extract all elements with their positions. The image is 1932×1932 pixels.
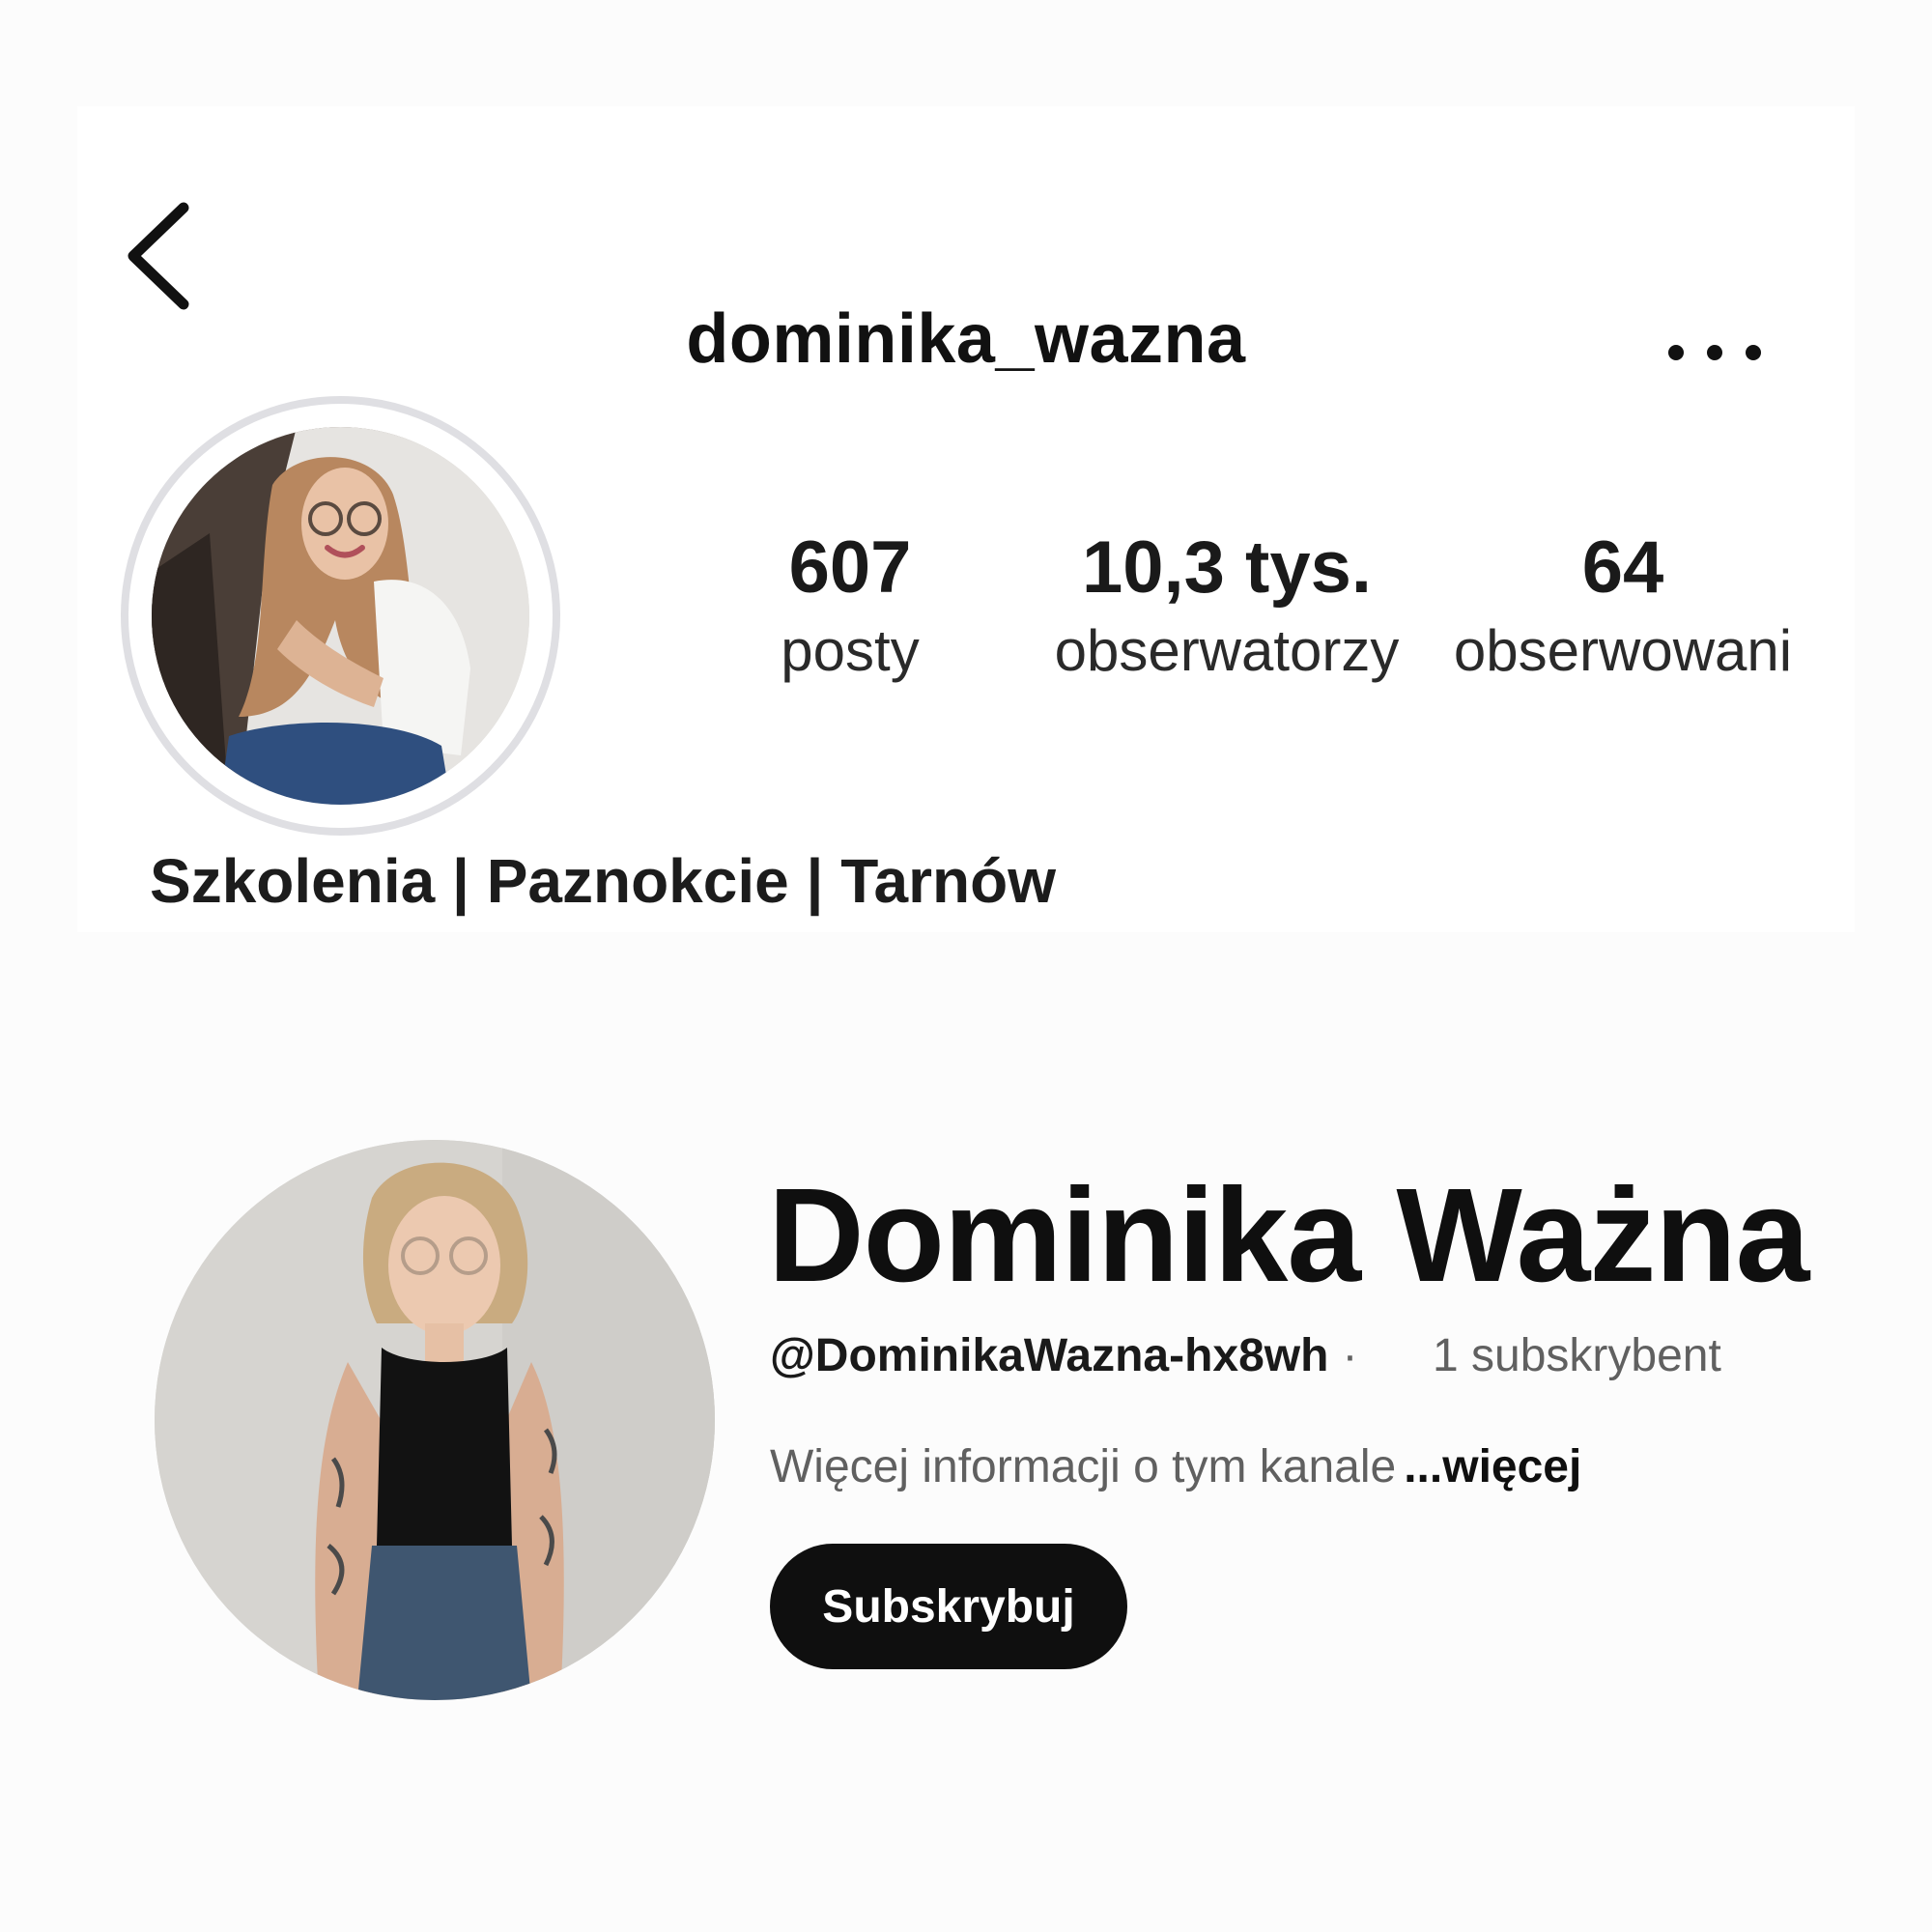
- instagram-profile-card: dominika_wazna 607 posty 10,3 tys. obser…: [77, 106, 1855, 932]
- channel-name: Dominika Ważna: [768, 1161, 1809, 1310]
- profile-stats: 607 posty 10,3 tys. obserwatorzy 64 obse…: [77, 531, 1855, 686]
- posts-label: posty: [781, 618, 920, 683]
- posts-count: 607: [788, 526, 912, 609]
- channel-avatar[interactable]: [155, 1140, 715, 1700]
- subscribe-button[interactable]: Subskrybuj: [770, 1544, 1127, 1669]
- channel-handle: @DominikaWazna-hx8wh: [770, 1330, 1329, 1381]
- channel-photo: [155, 1140, 715, 1700]
- channel-about-link[interactable]: Więcej informacji o tym kanale ...więcej: [770, 1444, 1581, 1491]
- back-button[interactable]: [116, 198, 203, 314]
- page: dominika_wazna 607 posty 10,3 tys. obser…: [0, 0, 1932, 1932]
- subscriber-count: 1 subskrybent: [1433, 1330, 1721, 1381]
- more-link[interactable]: ...więcej: [1404, 1441, 1581, 1492]
- more-horizontal-icon: [1668, 345, 1761, 360]
- meta-separator: ·: [1342, 1330, 1358, 1381]
- followers-count: 10,3 tys.: [1082, 526, 1372, 609]
- following-label: obserwowani: [1453, 618, 1793, 683]
- about-text: Więcej informacji o tym kanale: [770, 1441, 1397, 1492]
- profile-header: dominika_wazna: [77, 106, 1855, 386]
- stat-following[interactable]: 64 obserwowani: [1401, 531, 1845, 680]
- profile-bio: Szkolenia | Paznokcie | Tarnów: [150, 846, 1056, 916]
- followers-label: obserwatorzy: [1054, 618, 1400, 683]
- stat-followers[interactable]: 10,3 tys. obserwatorzy: [1005, 531, 1449, 680]
- more-options-button[interactable]: [1662, 328, 1768, 377]
- following-count: 64: [1581, 526, 1664, 609]
- channel-meta: @DominikaWazna-hx8wh ·: [770, 1333, 1375, 1379]
- stat-posts[interactable]: 607 posty: [686, 531, 1014, 680]
- profile-username: dominika_wazna: [686, 300, 1246, 378]
- chevron-left-icon: [128, 202, 189, 310]
